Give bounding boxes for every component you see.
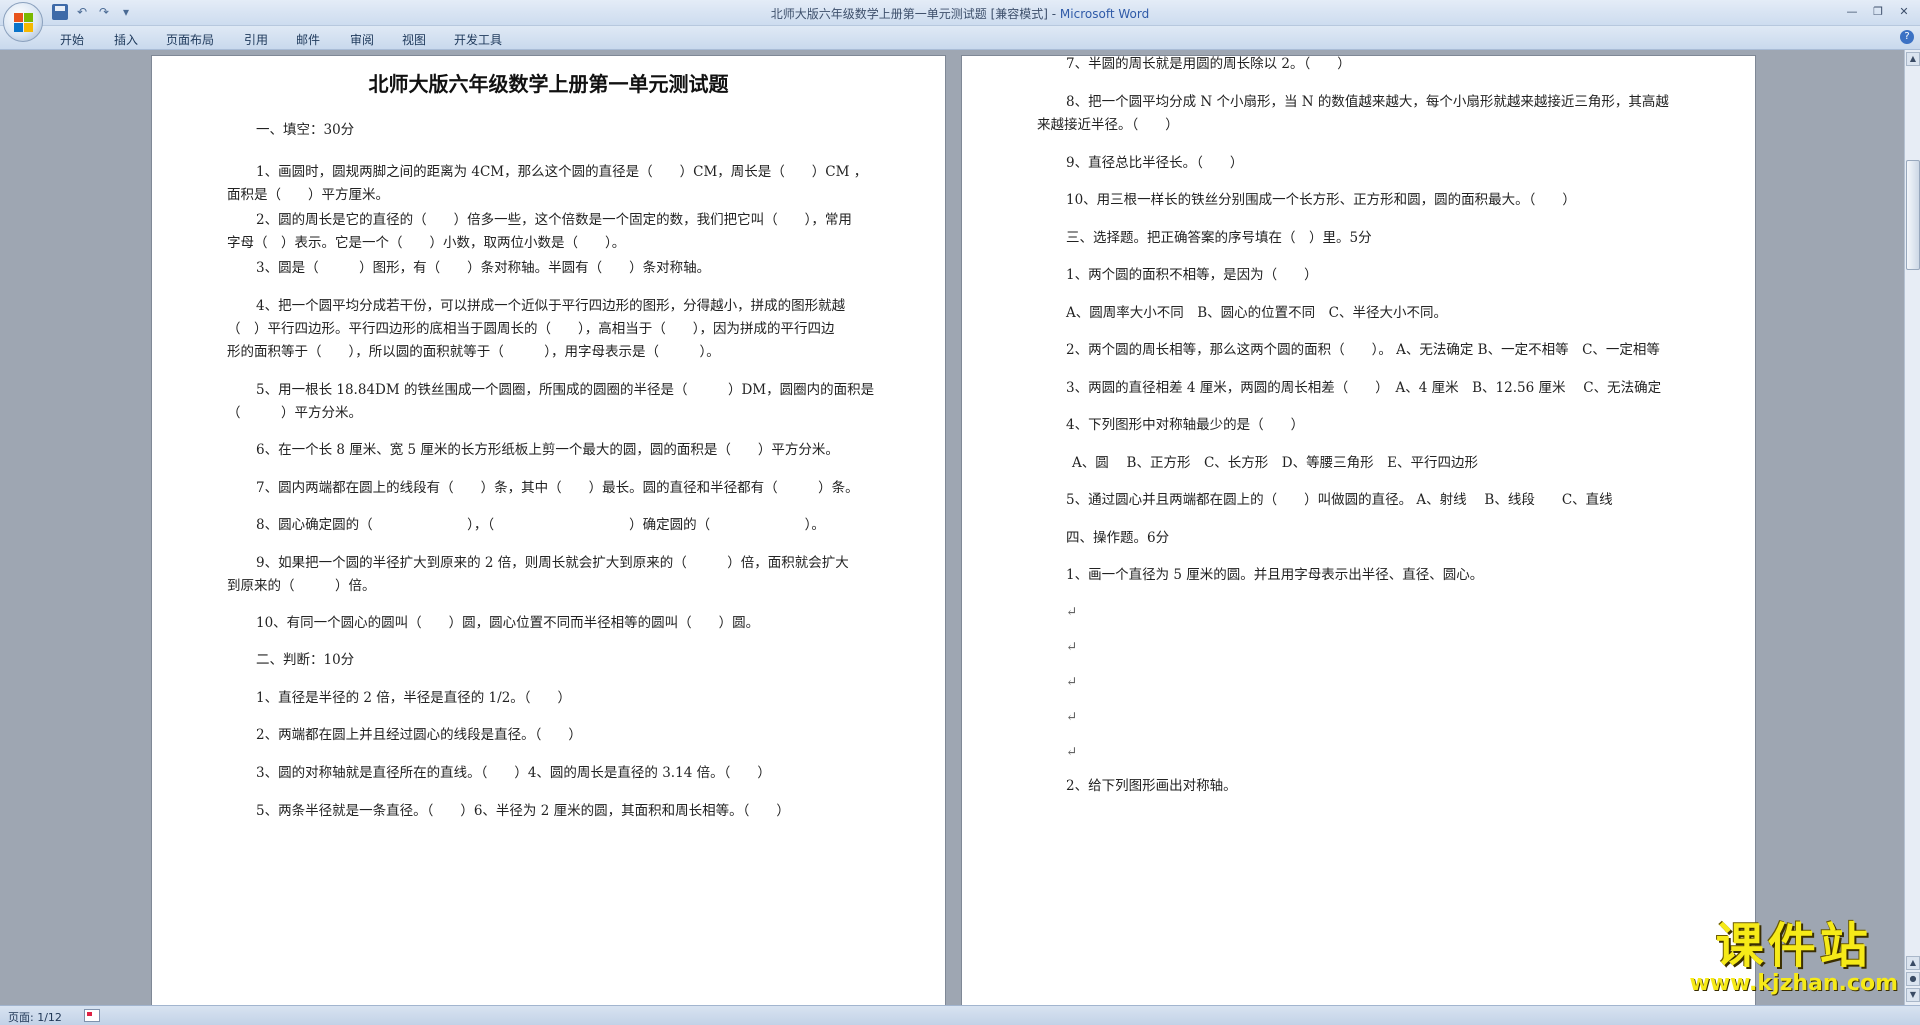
document-line: 5、两条半径就是一条直径。（ ）6、半径为 2 厘米的圆，其面积和周长相等。（ … xyxy=(256,803,790,819)
document-page-2[interactable]: 7、半圆的周长就是用圆的周长除以 2。（ ） 8、把一个圆平均分成 N 个小扇形，… xyxy=(962,56,1755,1005)
scroll-thumb[interactable] xyxy=(1906,160,1920,270)
document-line: ↵ xyxy=(1066,738,1077,766)
document-line: 5、通过圆心并且两端都在圆上的（ ）叫做圆的直径。 A、射线 B、线段 C、直线 xyxy=(1066,492,1613,508)
document-line: 9、直径总比半径长。（ ） xyxy=(1066,155,1244,171)
document-line: 二、判断：10分 xyxy=(256,652,355,668)
document-line: A、圆周率大小不同 B、圆心的位置不同 C、半径大小不同。 xyxy=(1066,305,1447,321)
tab-review[interactable]: 审阅 xyxy=(350,31,374,48)
paragraph-mark: ↵ xyxy=(1066,674,1078,690)
document-line: 3、圆是（ ）图形，有（ ）条对称轴。半圆有（ ）条对称轴。 xyxy=(256,260,711,276)
document-line: 形的面积等于（ ），所以圆的面积就等于（ ），用字母表示是（ ）。 xyxy=(227,344,720,360)
document-line: 3、两圆的直径相差 4 厘米，两圆的周长相差（ ） A、4 厘米 B、12.56… xyxy=(1066,380,1662,396)
office-button[interactable] xyxy=(3,2,43,42)
language-status-icon[interactable] xyxy=(84,1009,100,1022)
ribbon-tabs: 开始 插入 页面布局 引用 邮件 审阅 视图 开发工具 ? xyxy=(0,26,1920,50)
document-line: 2、给下列图形画出对称轴。 xyxy=(1066,778,1237,794)
help-icon[interactable]: ? xyxy=(1900,30,1914,44)
scroll-up-icon[interactable]: ▲ xyxy=(1906,52,1920,66)
watermark-text: 课件站 xyxy=(1715,918,1872,974)
paragraph-mark: ↵ xyxy=(1066,744,1078,760)
document-line: ↵ xyxy=(1066,668,1077,696)
tab-developer[interactable]: 开发工具 xyxy=(454,31,502,48)
browse-object-icon[interactable]: ● xyxy=(1906,972,1920,986)
document-line: ↵ xyxy=(1066,703,1077,731)
document-line: 到原来的（ ）倍。 xyxy=(227,578,376,594)
next-page-icon[interactable]: ▼ xyxy=(1906,988,1920,1002)
document-line: 3、圆的对称轴就是直径所在的直线。（ ）4、圆的周长是直径的 3.14 倍。（ … xyxy=(256,765,771,781)
office-logo-icon xyxy=(14,13,34,33)
site-watermark: 课件站 www.kjzhan.com xyxy=(1689,920,1898,996)
document-line: 4、下列图形中对称轴最少的是（ ） xyxy=(1066,417,1305,433)
restore-icon[interactable]: ❐ xyxy=(1866,2,1890,20)
document-line: ↵ xyxy=(1066,633,1077,661)
window-title: 北师大版六年级数学上册第一单元测试题 [兼容模式] - Microsoft Wo… xyxy=(0,5,1920,22)
tab-view[interactable]: 视图 xyxy=(402,31,426,48)
document-line: 7、半圆的周长就是用圆的周长除以 2。（ ） xyxy=(1066,56,1351,72)
document-page-1[interactable]: 北师大版六年级数学上册第一单元测试题 一、填空：30分 1、画圆时，圆规两脚之间的… xyxy=(152,56,945,1005)
document-line: 一、填空：30分 xyxy=(256,122,355,138)
document-workspace: 北师大版六年级数学上册第一单元测试题 一、填空：30分 1、画圆时，圆规两脚之间的… xyxy=(0,50,1904,1005)
tab-references[interactable]: 引用 xyxy=(244,31,268,48)
paragraph-mark: ↵ xyxy=(1066,604,1078,620)
page-indicator[interactable]: 页面: 1/12 xyxy=(8,1009,62,1025)
document-line: ↵ xyxy=(1066,598,1077,626)
tab-page-layout[interactable]: 页面布局 xyxy=(166,31,214,48)
document-line: 面积是（ ）平方厘米。 xyxy=(227,187,389,203)
document-line: 1、画一个直径为 5 厘米的圆。并且用字母表示出半径、直径、圆心。 xyxy=(1066,567,1484,583)
document-line: 三、选择题。把正确答案的序号填在（ ）里。5分 xyxy=(1066,230,1372,246)
document-line: 8、圆心确定圆的（ ），（ ）确定圆的（ ）。 xyxy=(256,517,825,533)
document-line: 7、圆内两端都在圆上的线段有（ ）条，其中（ ）最长。圆的直径和半径都有（ ）条… xyxy=(256,480,859,496)
document-line: 1、两个圆的面积不相等，是因为（ ） xyxy=(1066,267,1318,283)
window-controls: — ❐ ✕ xyxy=(1840,2,1916,20)
minimize-icon[interactable]: — xyxy=(1840,2,1864,20)
tab-insert[interactable]: 插入 xyxy=(114,31,138,48)
document-line: 1、直径是半径的 2 倍，半径是直径的 1/2。（ ） xyxy=(256,690,572,706)
document-title-text: 北师大版六年级数学上册第一单元测试题 [兼容模式] - xyxy=(770,7,1060,21)
paragraph-mark: ↵ xyxy=(1066,639,1078,655)
tab-home[interactable]: 开始 xyxy=(60,31,84,48)
document-line: （ ）平方分米。 xyxy=(227,405,362,421)
document-line: 四、操作题。6分 xyxy=(1066,530,1170,546)
document-line: A、圆 B、正方形 C、长方形 D、等腰三角形 E、平行四边形 xyxy=(1072,455,1478,471)
title-bar: ↶ ↷ ▾ 北师大版六年级数学上册第一单元测试题 [兼容模式] - Micros… xyxy=(0,0,1920,26)
tab-mailings[interactable]: 邮件 xyxy=(296,31,320,48)
paragraph-mark: ↵ xyxy=(1066,709,1078,725)
status-bar: 页面: 1/12 xyxy=(0,1005,1920,1025)
document-line: 来越接近半径。（ ） xyxy=(1037,117,1179,133)
document-line: 10、用三根一样长的铁丝分别围成一个长方形、正方形和圆，圆的面积最大。（ ） xyxy=(1066,192,1576,208)
watermark-url: www.kjzhan.com xyxy=(1689,971,1898,996)
previous-page-icon[interactable]: ▲ xyxy=(1906,956,1920,970)
document-line: 字母（ ）表示。它是一个（ ）小数，取两位小数是（ ）。 xyxy=(227,235,626,251)
document-line: 2、两端都在圆上并且经过圆心的线段是直径。（ ） xyxy=(256,727,582,743)
vertical-scrollbar[interactable]: ▲ ▲ ● ▼ xyxy=(1904,50,1920,1005)
document-line: 6、在一个长 8 厘米、宽 5 厘米的长方形纸板上剪一个最大的圆，圆的面积是（ … xyxy=(256,442,839,458)
document-heading: 北师大版六年级数学上册第一单元测试题 xyxy=(368,72,729,96)
document-line: 10、有同一个圆心的圆叫（ ）圆，圆心位置不同而半径相等的圆叫（ ）圆。 xyxy=(256,615,760,631)
document-line: 2、两个圆的周长相等，那么这两个圆的面积（ ）。 A、无法确定 B、一定不相等 … xyxy=(1066,342,1660,358)
app-name: Microsoft Word xyxy=(1059,7,1150,21)
close-icon[interactable]: ✕ xyxy=(1892,2,1916,20)
